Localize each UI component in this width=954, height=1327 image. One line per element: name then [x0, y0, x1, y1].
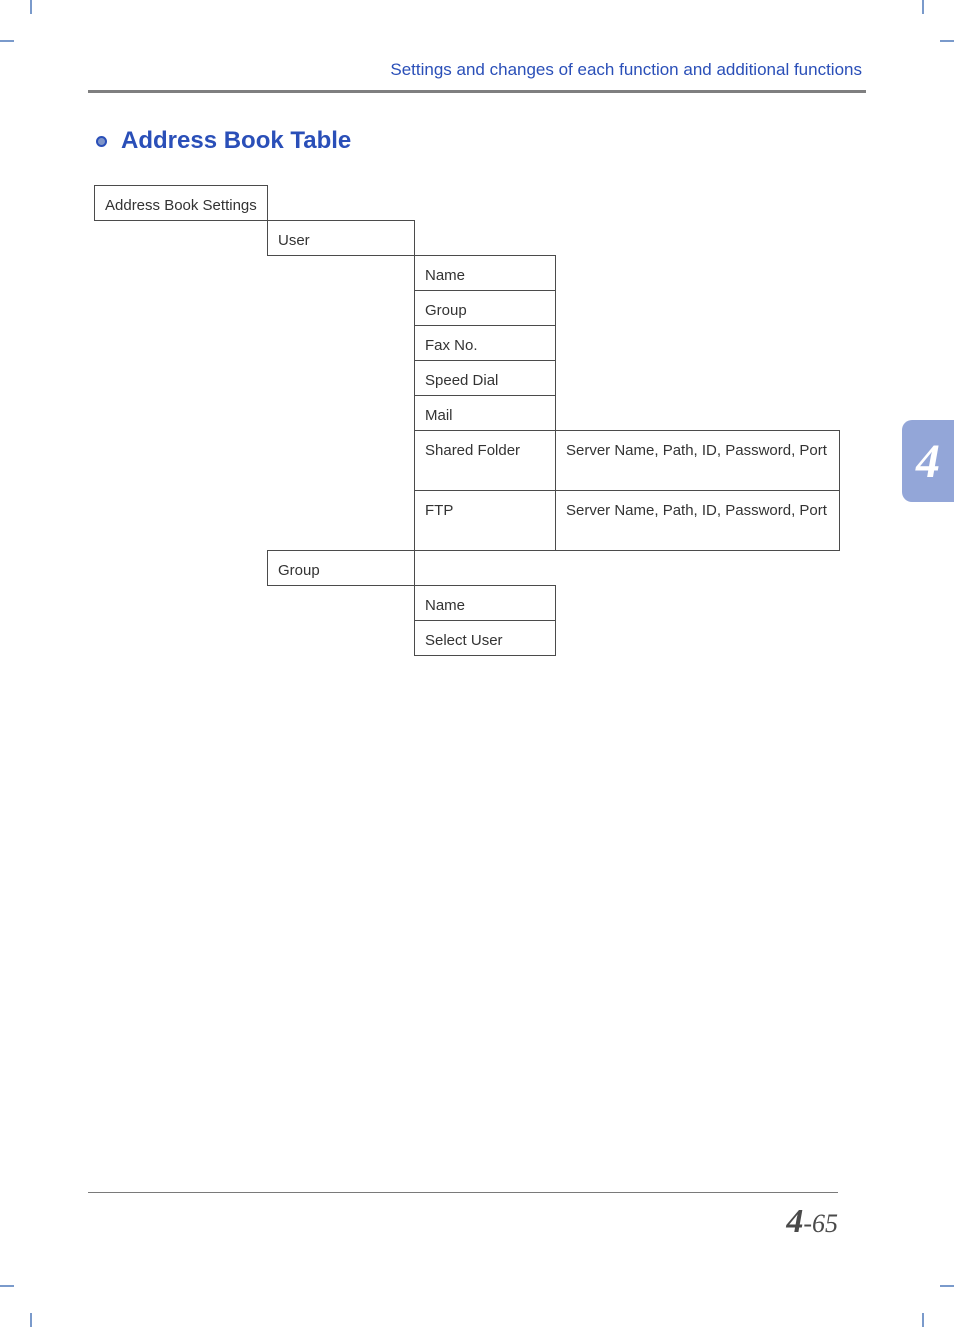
crop-mark — [940, 40, 954, 42]
cell-user-ftp-detail: Server Name, Path, ID, Password, Port — [555, 490, 840, 551]
chapter-side-tab: 4 — [902, 420, 954, 502]
footer-page: 65 — [812, 1209, 838, 1238]
cell-group-selectuser: Select User — [414, 620, 556, 656]
page-footer: 4-65 — [88, 1192, 838, 1241]
bullet-icon — [96, 136, 107, 147]
page-content: Settings and changes of each function an… — [88, 60, 866, 185]
crop-mark — [922, 1313, 924, 1327]
footer-chapter: 4 — [786, 1203, 803, 1240]
cell-user: User — [267, 220, 415, 256]
crop-mark — [30, 1313, 32, 1327]
cell-user-group: Group — [414, 290, 556, 326]
cell-user-ftp: FTP — [414, 490, 556, 551]
crop-mark — [940, 1285, 954, 1287]
footer-separator: - — [803, 1209, 812, 1238]
cell-user-sharedfolder-detail: Server Name, Path, ID, Password, Port — [555, 430, 840, 491]
crop-mark — [30, 0, 32, 14]
cell-user-mail: Mail — [414, 395, 556, 431]
cell-user-name: Name — [414, 255, 556, 291]
cell-root: Address Book Settings — [94, 185, 268, 221]
crop-mark — [0, 40, 14, 42]
crop-mark — [922, 0, 924, 14]
section-heading: Address Book Table — [96, 127, 866, 155]
cell-group: Group — [267, 550, 415, 586]
running-header: Settings and changes of each function an… — [88, 60, 866, 90]
header-rule — [88, 90, 866, 93]
cell-user-faxno: Fax No. — [414, 325, 556, 361]
cell-group-name: Name — [414, 585, 556, 621]
cell-user-sharedfolder: Shared Folder — [414, 430, 556, 491]
crop-mark — [0, 1285, 14, 1287]
section-title: Address Book Table — [121, 127, 351, 155]
cell-user-speeddial: Speed Dial — [414, 360, 556, 396]
